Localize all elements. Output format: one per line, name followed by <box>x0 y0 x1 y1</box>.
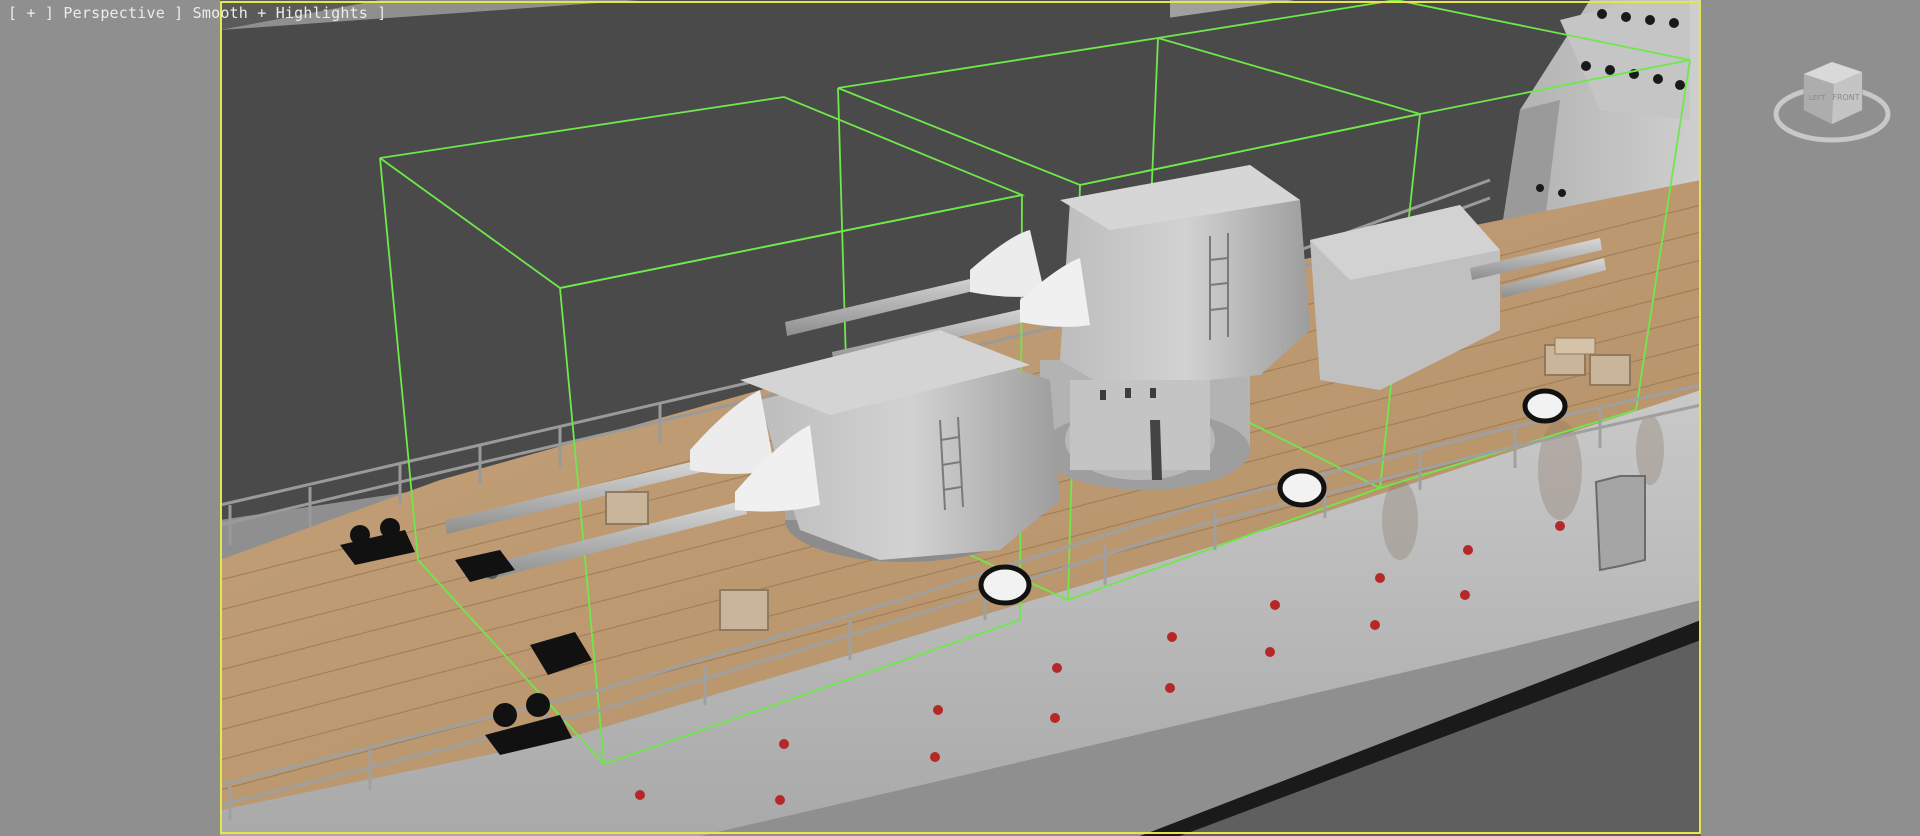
viewport-scene[interactable] <box>0 0 1920 836</box>
3d-viewport[interactable]: [ + ] Perspective ] Smooth + Highlights … <box>0 0 1920 836</box>
viewport-point-of-view-menu[interactable]: Perspective ] <box>63 4 192 22</box>
viewport-shading-menu[interactable]: Smooth + Highlights ] <box>193 4 387 22</box>
viewcube-left-label: LEFT <box>1809 94 1826 102</box>
viewcube-front-label: FRONT <box>1832 93 1859 102</box>
viewport-label-menu[interactable]: [ + ] Perspective ] Smooth + Highlights … <box>8 4 386 22</box>
hull-hatch <box>1594 475 1646 572</box>
viewport-general-menu[interactable]: [ + ] <box>8 4 63 22</box>
viewcube-icon[interactable]: FRONT LEFT <box>1772 54 1892 152</box>
